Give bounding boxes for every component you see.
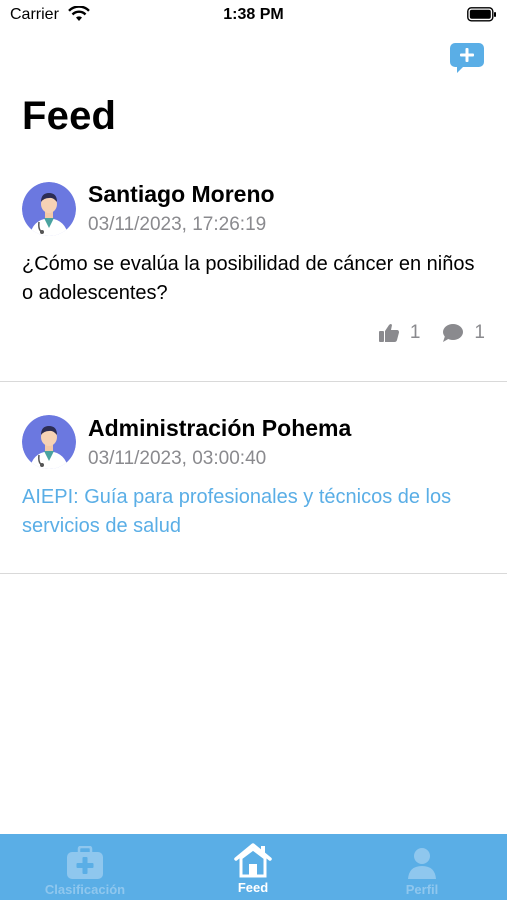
clock: 1:38 PM: [223, 6, 284, 23]
feed-post[interactable]: Santiago Moreno 03/11/2023, 17:26:19 ¿Có…: [0, 180, 507, 382]
like-button[interactable]: 1: [378, 322, 421, 344]
post-author: Administración Pohema: [88, 415, 352, 441]
comment-button[interactable]: 1: [442, 322, 485, 344]
avatar: [22, 415, 76, 469]
tab-label: Feed: [237, 880, 269, 895]
post-link[interactable]: AIEPI: Guía para profesionales y técnico…: [22, 483, 487, 541]
divider: [0, 381, 507, 382]
post-date: 03/11/2023, 03:00:40: [88, 448, 267, 469]
tab-label: Perfil: [405, 882, 439, 897]
new-post-button[interactable]: [449, 42, 485, 79]
post-date: 03/11/2023, 17:26:19: [88, 214, 267, 235]
battery-icon: [467, 7, 497, 27]
post-text: ¿Cómo se evalúa la posibilidad de cáncer…: [22, 253, 475, 304]
thumbs-up-icon: [378, 324, 399, 342]
comment-count: 1: [474, 322, 485, 343]
person-icon: [408, 848, 436, 879]
tab-label: Clasificación: [44, 882, 126, 897]
feed-post[interactable]: Administración Pohema 03/11/2023, 03:00:…: [0, 415, 507, 573]
tab-feed[interactable]: Feed: [203, 834, 303, 900]
medical-kit-icon: [67, 846, 103, 879]
home-icon: [234, 843, 272, 878]
status-bar: Carrier 1:38 PM: [0, 0, 507, 30]
post-author: Santiago Moreno: [88, 181, 275, 207]
post-stats: 1 1: [364, 322, 485, 344]
tab-bar: Clasificación Feed Perfil: [0, 834, 507, 900]
add-comment-icon: [450, 43, 484, 73]
tab-clasificacion[interactable]: Clasificación: [20, 834, 150, 900]
comment-icon: [443, 324, 464, 342]
tab-perfil[interactable]: Perfil: [372, 834, 472, 900]
page-title: Feed: [22, 94, 117, 138]
avatar: [22, 182, 76, 236]
divider: [0, 573, 507, 574]
like-count: 1: [409, 322, 421, 343]
